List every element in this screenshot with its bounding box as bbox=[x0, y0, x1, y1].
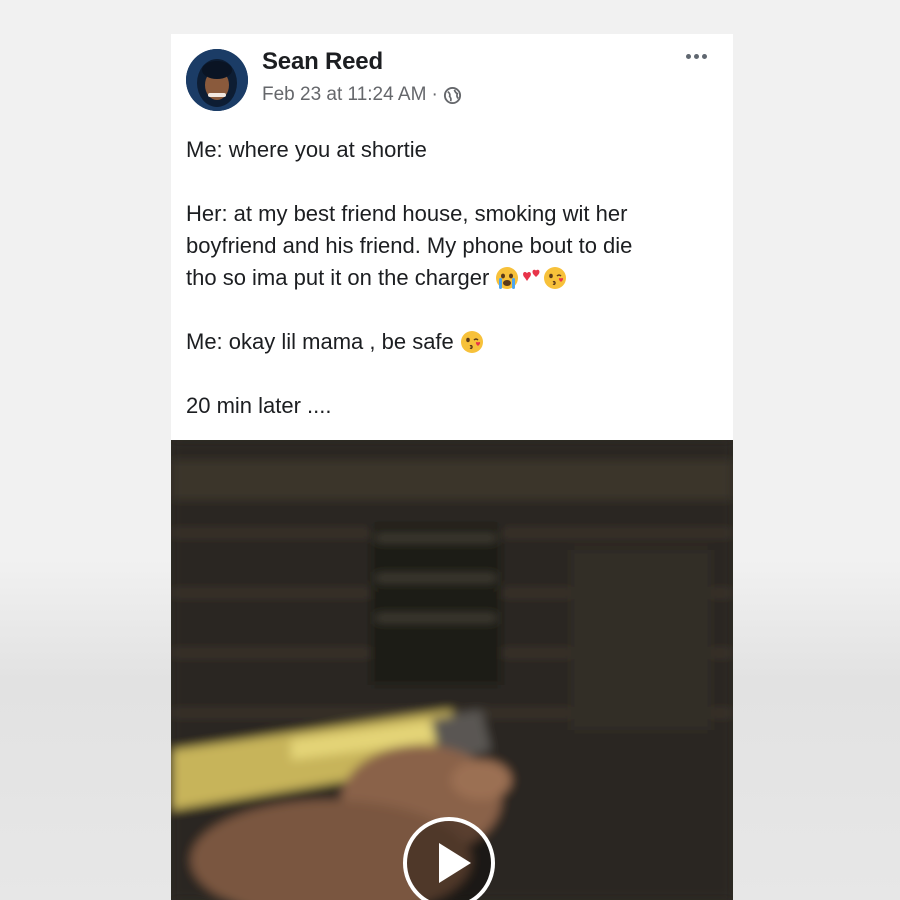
meta-separator: · bbox=[431, 84, 438, 105]
post-body: Me: where you at shortie Her: at my best… bbox=[186, 134, 726, 422]
kissing-face-emoji bbox=[544, 267, 567, 289]
post-line: boyfriend and his friend. My phone bout … bbox=[186, 233, 633, 258]
kissing-face-emoji bbox=[460, 331, 483, 353]
avatar-image bbox=[186, 49, 248, 111]
post-line-text: Me: okay lil mama , be safe bbox=[186, 329, 460, 354]
video-player[interactable] bbox=[171, 440, 733, 900]
more-options-icon bbox=[686, 54, 691, 59]
post-line: Her: at my best friend house, smoking wi… bbox=[186, 201, 628, 226]
avatar[interactable] bbox=[186, 49, 248, 111]
post-line-with-emoji: Me: okay lil mama , be safe bbox=[186, 326, 726, 358]
post-line-text: tho so ima put it on the charger bbox=[186, 265, 496, 290]
post-line: 20 min later .... bbox=[186, 393, 332, 418]
globe-icon bbox=[443, 86, 461, 104]
post-line: Me: where you at shortie bbox=[186, 137, 427, 162]
more-options-button[interactable] bbox=[686, 54, 707, 59]
post-timestamp[interactable]: Feb 23 at 11:24 AM bbox=[262, 84, 426, 106]
author-name[interactable]: Sean Reed bbox=[262, 48, 383, 76]
two-hearts-emoji bbox=[523, 269, 540, 281]
post-line-with-emoji: tho so ima put it on the charger bbox=[186, 262, 726, 294]
post-card: Sean Reed Feb 23 at 11:24 AM · Me: where… bbox=[171, 34, 733, 900]
post-meta: Feb 23 at 11:24 AM · bbox=[262, 84, 462, 106]
play-button[interactable] bbox=[403, 817, 495, 900]
crying-face-emoji bbox=[496, 267, 519, 289]
play-icon bbox=[439, 843, 471, 883]
